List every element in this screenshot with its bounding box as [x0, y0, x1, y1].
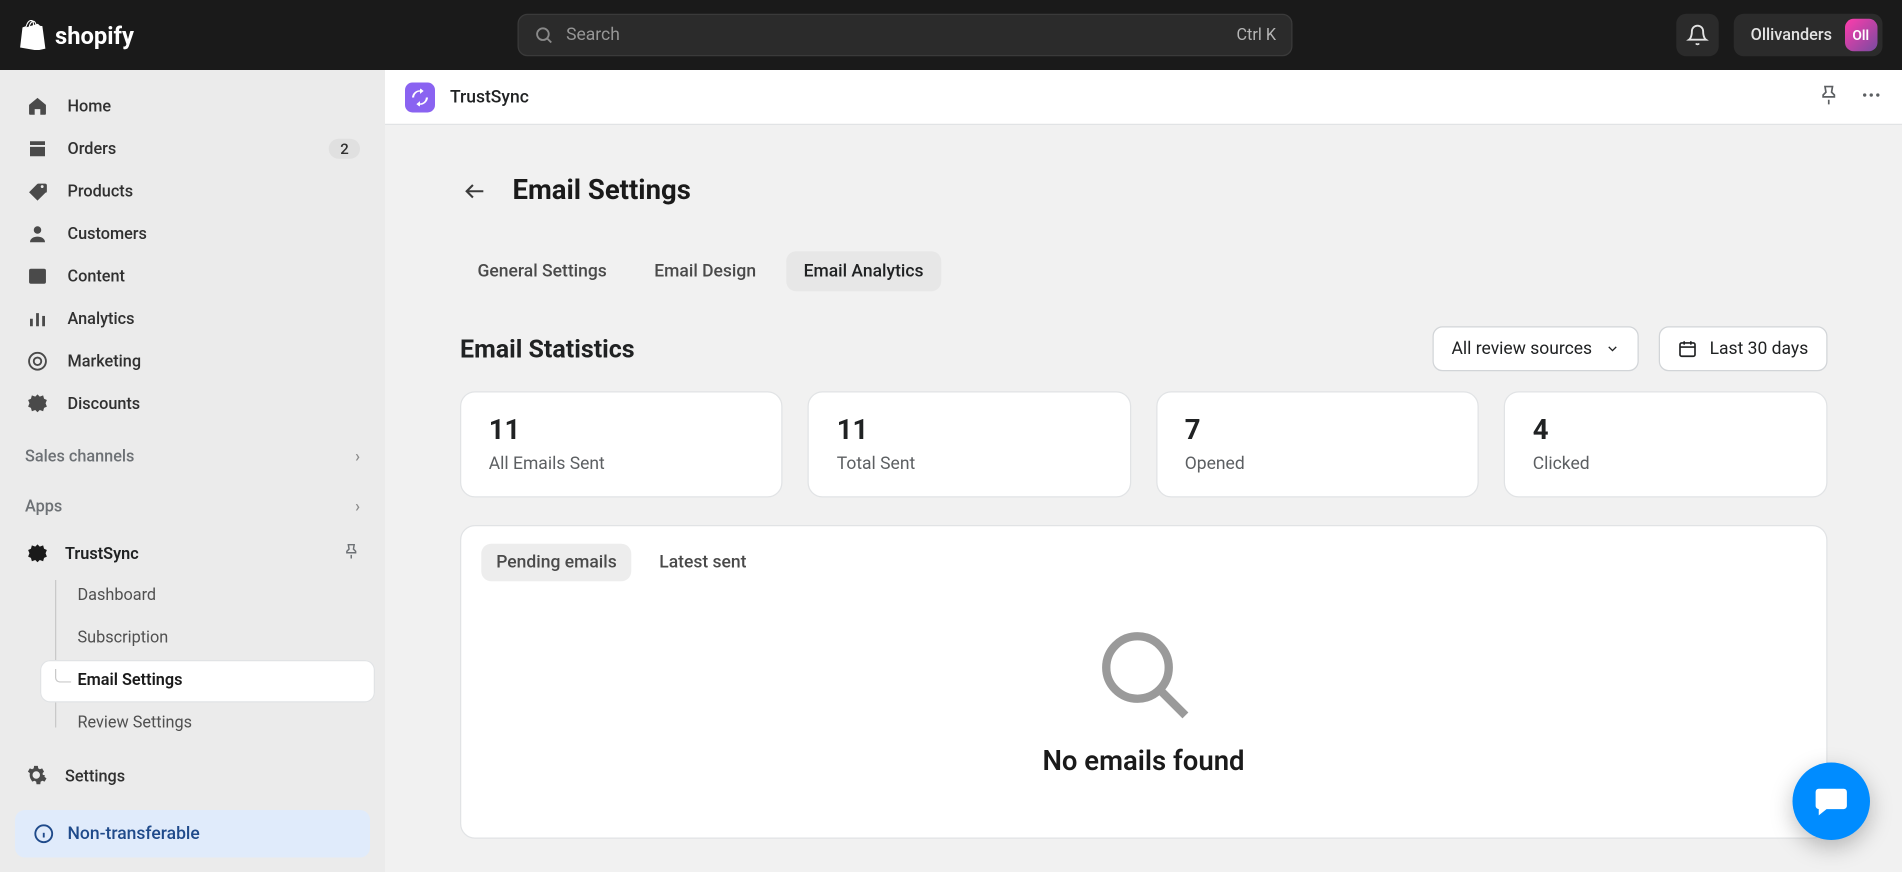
page-title: Email Settings: [513, 175, 691, 206]
bell-icon: [1686, 24, 1709, 47]
panel-tab-latest-sent[interactable]: Latest sent: [644, 544, 761, 582]
sidebar-app-trustsync[interactable]: TrustSync: [10, 534, 375, 575]
apps-header[interactable]: Apps ›: [10, 488, 375, 526]
brand-text: shopify: [55, 21, 134, 50]
page-tabs: General Settings Email Design Email Anal…: [460, 251, 1827, 291]
app-header-icon: [405, 82, 435, 112]
panel-tab-pending[interactable]: Pending emails: [481, 544, 631, 582]
search-shortcut: Ctrl K: [1236, 26, 1276, 45]
app-name: TrustSync: [65, 545, 139, 564]
discount-icon: [25, 393, 50, 416]
gear-icon: [25, 763, 48, 791]
info-icon: [33, 822, 56, 845]
user-icon: [25, 223, 50, 246]
orders-badge: 2: [329, 139, 360, 159]
sidebar-item-marketing[interactable]: Marketing: [10, 340, 375, 383]
app-sub-subscription[interactable]: Subscription: [40, 617, 375, 660]
chat-icon: [1812, 782, 1850, 820]
sidebar-item-content[interactable]: Content: [10, 255, 375, 298]
chevron-right-icon: ›: [355, 498, 360, 517]
shopify-logo[interactable]: shopify: [20, 20, 134, 50]
app-sub-dashboard[interactable]: Dashboard: [40, 574, 375, 617]
banner-text: Non-transferable: [68, 823, 200, 843]
app-header-title: TrustSync: [450, 87, 529, 107]
nav-label: Discounts: [68, 394, 141, 413]
stats-title: Email Statistics: [460, 334, 635, 364]
pin-button[interactable]: [1817, 83, 1840, 111]
empty-search-icon: [1093, 624, 1193, 724]
main-content: Email Settings General Settings Email De…: [385, 125, 1902, 872]
nav-label: Marketing: [68, 352, 142, 371]
empty-state-text: No emails found: [1042, 746, 1244, 777]
more-button[interactable]: [1859, 83, 1882, 111]
sidebar-item-settings[interactable]: Settings: [10, 754, 375, 799]
sidebar-item-home[interactable]: Home: [10, 85, 375, 128]
emails-panel: Pending emails Latest sent No emails fou…: [460, 525, 1827, 839]
sidebar-item-customers[interactable]: Customers: [10, 213, 375, 256]
app-sub-review-settings[interactable]: Review Settings: [40, 702, 375, 745]
sidebar-item-discounts[interactable]: Discounts: [10, 383, 375, 426]
stat-card-all-sent: 11All Emails Sent: [460, 391, 783, 497]
stat-card-clicked: 4Clicked: [1504, 391, 1827, 497]
orders-icon: [25, 138, 50, 161]
analytics-icon: [25, 308, 50, 331]
non-transferable-banner[interactable]: Non-transferable: [15, 809, 370, 857]
store-name: Ollivanders: [1751, 26, 1832, 45]
sidebar-item-analytics[interactable]: Analytics: [10, 298, 375, 341]
calendar-icon: [1677, 339, 1697, 359]
search-icon: [534, 25, 554, 45]
pin-icon[interactable]: [343, 543, 361, 566]
search-placeholder: Search: [566, 25, 1224, 45]
stat-card-total-sent: 11Total Sent: [808, 391, 1131, 497]
section-label: Sales channels: [25, 447, 134, 466]
tag-icon: [25, 180, 50, 203]
chevron-down-icon: [1605, 341, 1620, 356]
search-input[interactable]: Search Ctrl K: [517, 14, 1292, 57]
sales-channels-header[interactable]: Sales channels ›: [10, 438, 375, 476]
nav-label: Home: [68, 97, 112, 116]
shopify-bag-icon: [20, 20, 48, 50]
chat-fab[interactable]: [1792, 762, 1870, 840]
settings-label: Settings: [65, 768, 125, 787]
nav-label: Orders: [68, 139, 117, 158]
app-sub-email-settings[interactable]: Email Settings: [40, 659, 375, 702]
app-header: TrustSync: [385, 70, 1902, 125]
store-menu[interactable]: Ollivanders Oll: [1733, 14, 1882, 57]
nav-label: Products: [68, 182, 134, 201]
sidebar: Home Orders2 Products Customers Content …: [0, 70, 385, 872]
sidebar-item-orders[interactable]: Orders 2: [10, 128, 375, 171]
avatar: Oll: [1844, 19, 1877, 52]
sidebar-item-products[interactable]: Products: [10, 170, 375, 213]
filter-date-range[interactable]: Last 30 days: [1658, 326, 1827, 371]
app-badge-icon: [25, 542, 50, 567]
back-button[interactable]: [460, 176, 490, 206]
tab-email-design[interactable]: Email Design: [637, 251, 774, 291]
chevron-right-icon: ›: [355, 447, 360, 466]
notifications-button[interactable]: [1676, 14, 1719, 57]
section-label: Apps: [25, 498, 62, 517]
image-icon: [25, 265, 50, 288]
target-icon: [25, 350, 50, 373]
tab-email-analytics[interactable]: Email Analytics: [786, 251, 941, 291]
nav-label: Analytics: [68, 309, 135, 328]
filter-source-dropdown[interactable]: All review sources: [1433, 326, 1639, 371]
nav-label: Customers: [68, 224, 147, 243]
tab-general-settings[interactable]: General Settings: [460, 251, 624, 291]
stat-card-opened: 7Opened: [1156, 391, 1479, 497]
nav-label: Content: [68, 267, 125, 286]
topbar: shopify Search Ctrl K Ollivanders Oll: [0, 0, 1902, 70]
home-icon: [25, 95, 50, 118]
